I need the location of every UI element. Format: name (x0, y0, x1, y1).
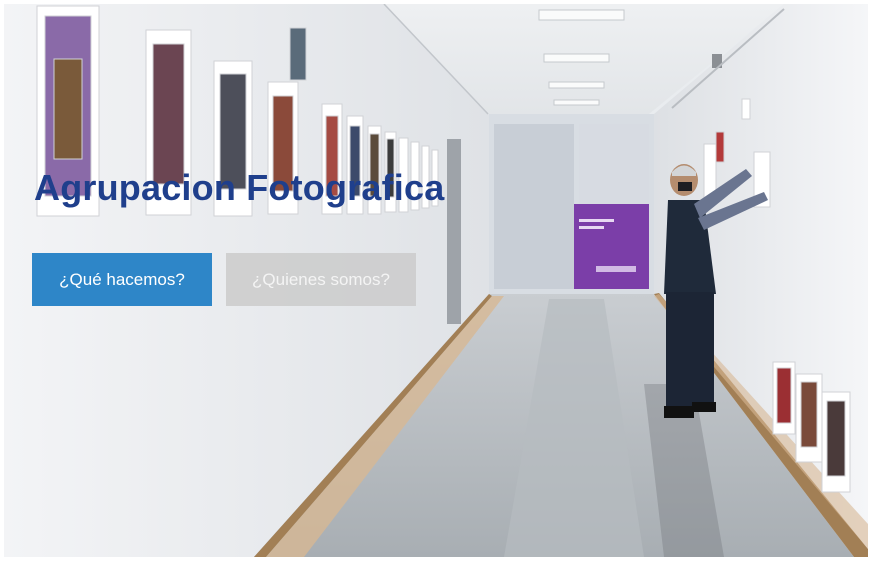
who-we-are-button[interactable]: ¿Quienes somos? (226, 253, 416, 306)
page-title: Agrupacion Fotografica (34, 167, 445, 208)
what-we-do-button[interactable]: ¿Qué hacemos? (32, 253, 212, 306)
hero-banner: Agrupacion Fotografica ¿Qué hacemos? ¿Qu… (4, 4, 868, 557)
